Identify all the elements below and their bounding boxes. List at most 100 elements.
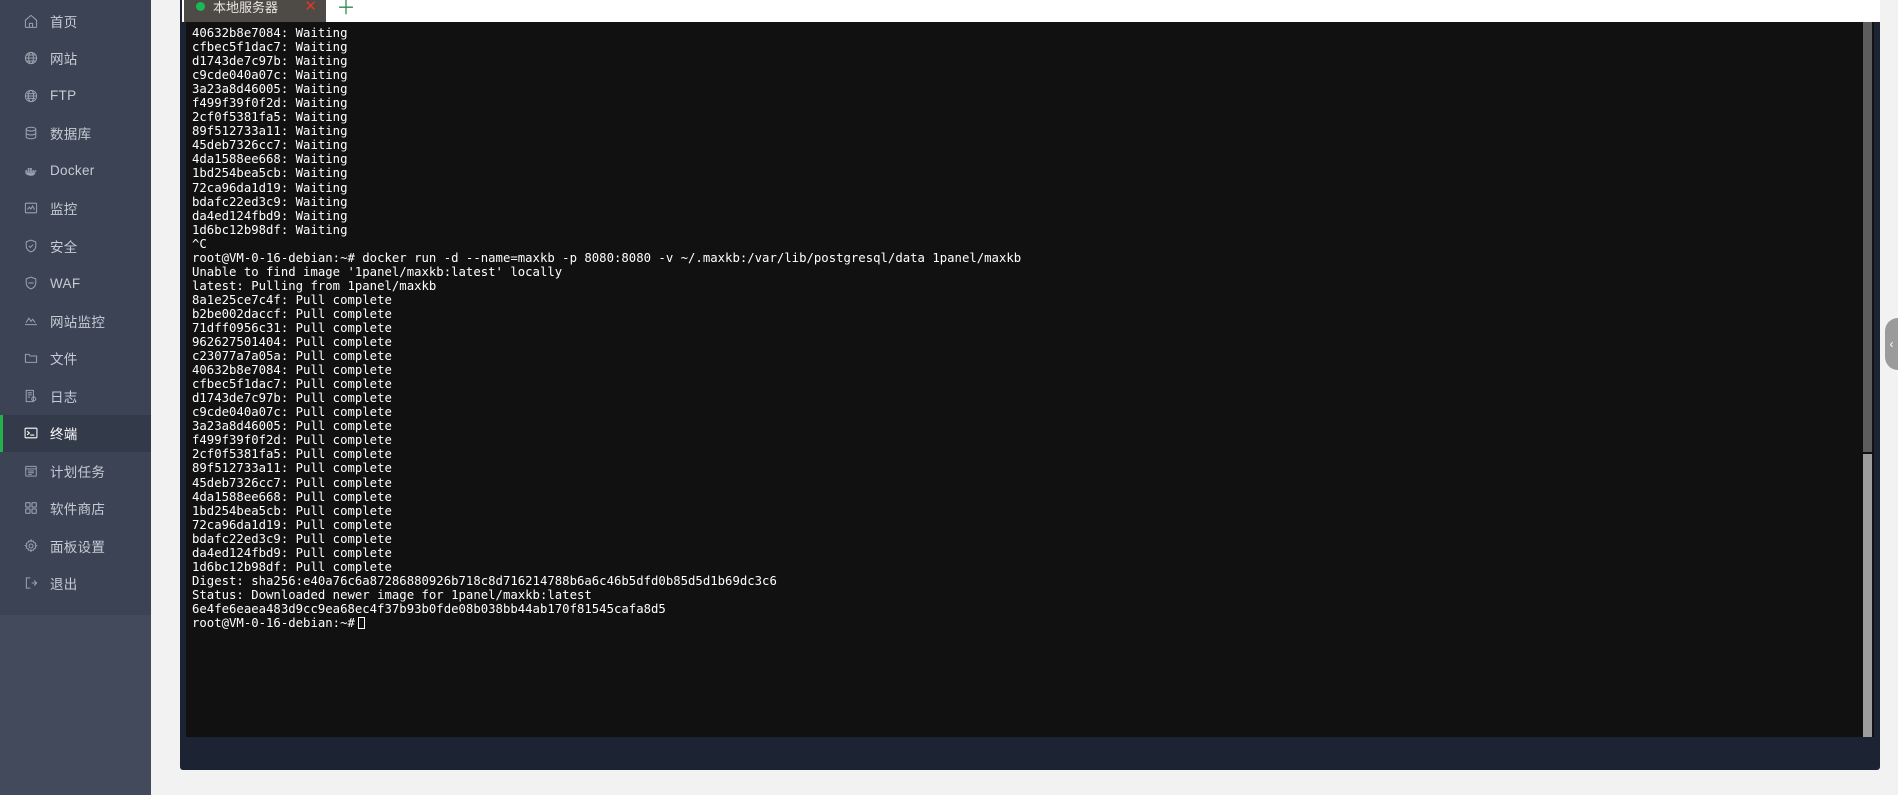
terminal-line: latest: Pulling from 1panel/maxkb bbox=[192, 278, 437, 293]
sidebar-item-logout[interactable]: 退出 bbox=[0, 565, 151, 603]
folder-icon bbox=[22, 350, 39, 367]
terminal-icon bbox=[22, 425, 39, 442]
sidebar-item-label: 网站监控 bbox=[50, 314, 106, 330]
terminal-line: ^C bbox=[192, 236, 207, 251]
terminal-scrollbar-track[interactable] bbox=[1863, 22, 1873, 737]
terminal-line: 72ca96da1d19: Pull complete bbox=[192, 517, 392, 532]
close-icon[interactable]: ✕ bbox=[304, 0, 317, 14]
terminal-tab-local-server[interactable]: 本地服务器 ✕ bbox=[184, 0, 326, 22]
terminal-line: cfbec5f1dac7: Waiting bbox=[192, 40, 348, 55]
terminal-tab-label: 本地服务器 bbox=[213, 0, 279, 15]
terminal-tab-strip: 本地服务器 ✕ ＋ bbox=[180, 0, 1880, 22]
terminal-line: c23077a7a05a: Pull complete bbox=[192, 349, 392, 364]
terminal-cursor bbox=[357, 616, 365, 629]
terminal-line: 3a23a8d46005: Waiting bbox=[192, 82, 348, 97]
sidebar-item-home[interactable]: 首页 bbox=[0, 2, 151, 40]
terminal-line: root@VM-0-16-debian:~# docker run -d --n… bbox=[192, 250, 1022, 265]
terminal-line: 89f512733a11: Pull complete bbox=[192, 461, 392, 476]
terminal-line: 45deb7326cc7: Pull complete bbox=[192, 475, 392, 490]
sidebar-item-label: 首页 bbox=[50, 14, 78, 30]
monitor-icon bbox=[22, 200, 39, 217]
sidebar-item-label: 终端 bbox=[50, 427, 78, 443]
sidebar-item-logs[interactable]: 日志 bbox=[0, 377, 151, 415]
terminal-line: Unable to find image '1panel/maxkb:lates… bbox=[192, 264, 563, 279]
terminal-line: 89f512733a11: Waiting bbox=[192, 124, 348, 139]
appstore-icon bbox=[22, 500, 39, 517]
sidebar-item-label: 软件商店 bbox=[50, 502, 106, 518]
terminal-line: 1bd254bea5cb: Waiting bbox=[192, 166, 348, 181]
sidebar-menu: 首页网站 FTP 数据库 Docker 监控安全 WAF 网站监控文件日志终端计划任务软件商… bbox=[0, 0, 151, 615]
sidebar-item-label: 文件 bbox=[50, 352, 78, 368]
terminal-line: f499f39f0f2d: Waiting bbox=[192, 96, 348, 111]
terminal-line: cfbec5f1dac7: Pull complete bbox=[192, 377, 392, 392]
sidebar-item-label: Docker bbox=[50, 163, 95, 179]
terminal-line: 45deb7326cc7: Waiting bbox=[192, 138, 348, 153]
terminal-line: d1743de7c97b: Waiting bbox=[192, 54, 348, 69]
main-content: 本地服务器 ✕ ＋ 40632b8e7084: Waiting cfbec5f1d… bbox=[151, 0, 1898, 795]
sidebar-item-appstore[interactable]: 软件商店 bbox=[0, 490, 151, 528]
sidebar-item-ftp[interactable]: FTP bbox=[0, 77, 151, 115]
sidebar-item-label: 监控 bbox=[50, 202, 78, 218]
terminal-line: c9cde040a07c: Waiting bbox=[192, 68, 348, 83]
globe-icon bbox=[22, 50, 39, 67]
terminal-line: 2cf0f5381fa5: Pull complete bbox=[192, 447, 392, 462]
terminal-line: 40632b8e7084: Pull complete bbox=[192, 363, 392, 378]
sidebar-footer-area bbox=[0, 615, 151, 795]
terminal-line: da4ed124fbd9: Pull complete bbox=[192, 545, 392, 560]
terminal-scrollbar-thumb-upper[interactable] bbox=[1863, 22, 1872, 452]
sidebar-item-label: 安全 bbox=[50, 239, 78, 255]
terminal-scrollbar-thumb[interactable] bbox=[1863, 454, 1872, 737]
sidebar-item-label: 面板设置 bbox=[50, 539, 106, 555]
terminal-line: 2cf0f5381fa5: Waiting bbox=[192, 110, 348, 125]
sidebar-item-terminal[interactable]: 终端 bbox=[0, 414, 151, 452]
sidebar-item-monitor[interactable]: 监控 bbox=[0, 190, 151, 228]
terminal-line: 4da1588ee668: Waiting bbox=[192, 152, 348, 167]
terminal-line: d1743de7c97b: Pull complete bbox=[192, 391, 392, 406]
sidebar-item-label: 数据库 bbox=[50, 127, 92, 143]
sidebar-item-site-monitor[interactable]: 网站监控 bbox=[0, 302, 151, 340]
terminal-line: 8a1e25ce7c4f: Pull complete bbox=[192, 292, 392, 307]
terminal-line: Digest: sha256:e40a76c6a87286880926b718c… bbox=[192, 573, 777, 588]
home-icon bbox=[22, 12, 39, 29]
sidebar-item-waf[interactable]: WAF bbox=[0, 265, 151, 303]
log-icon bbox=[22, 387, 39, 404]
sidebar-item-label: 网站 bbox=[50, 52, 78, 68]
terminal-line: 71dff0956c31: Pull complete bbox=[192, 320, 392, 335]
sidebar-item-docker[interactable]: Docker bbox=[0, 152, 151, 190]
terminal-line: f499f39f0f2d: Pull complete bbox=[192, 433, 392, 448]
terminal-card: 本地服务器 ✕ ＋ 40632b8e7084: Waiting cfbec5f1d… bbox=[180, 0, 1880, 770]
sidebar-item-files[interactable]: 文件 bbox=[0, 340, 151, 378]
ftp-icon bbox=[22, 87, 39, 104]
chart-line-icon bbox=[22, 312, 39, 329]
tab-strip-right-pad bbox=[366, 0, 1880, 22]
terminal-line: 3a23a8d46005: Pull complete bbox=[192, 419, 392, 434]
sidebar-item-cron[interactable]: 计划任务 bbox=[0, 452, 151, 490]
sidebar-item-label: WAF bbox=[50, 275, 81, 291]
sidebar-item-database[interactable]: 数据库 bbox=[0, 115, 151, 153]
terminal-line: 4da1588ee668: Pull complete bbox=[192, 489, 392, 504]
terminal-lines: 40632b8e7084: Waiting cfbec5f1dac7: Waiti… bbox=[192, 26, 1874, 630]
app-root: 首页网站 FTP 数据库 Docker 监控安全 WAF 网站监控文件日志终端计划任务软件商… bbox=[0, 0, 1898, 795]
terminal-line: bdafc22ed3c9: Pull complete bbox=[192, 531, 392, 546]
terminal-line: b2be002daccf: Pull complete bbox=[192, 306, 392, 321]
terminal-line: 962627501404: Pull complete bbox=[192, 335, 392, 350]
terminal-line: bdafc22ed3c9: Waiting bbox=[192, 194, 348, 209]
sidebar-item-label: 计划任务 bbox=[50, 464, 106, 480]
terminal-line: da4ed124fbd9: Waiting bbox=[192, 208, 348, 223]
database-icon bbox=[22, 125, 39, 142]
terminal-prompt-text: root@VM-0-16-debian:~# bbox=[192, 615, 355, 630]
logout-icon bbox=[22, 575, 39, 592]
sidebar-item-label: 退出 bbox=[50, 577, 78, 593]
collapse-panel-handle-icon[interactable]: ‹ bbox=[1885, 318, 1898, 370]
sidebar-item-security[interactable]: 安全 bbox=[0, 227, 151, 265]
sidebar-item-website[interactable]: 网站 bbox=[0, 40, 151, 78]
tab-status-dot-icon bbox=[196, 1, 205, 11]
gear-icon bbox=[22, 537, 39, 554]
add-tab-button[interactable]: ＋ bbox=[326, 0, 366, 22]
terminal-output-pane[interactable]: 40632b8e7084: Waiting cfbec5f1dac7: Waiti… bbox=[186, 22, 1874, 737]
terminal-line: c9cde040a07c: Pull complete bbox=[192, 405, 392, 420]
sidebar-item-settings[interactable]: 面板设置 bbox=[0, 527, 151, 565]
sidebar: 首页网站 FTP 数据库 Docker 监控安全 WAF 网站监控文件日志终端计划任务软件商… bbox=[0, 0, 151, 795]
terminal-prompt-line: root@VM-0-16-debian:~# bbox=[192, 616, 1874, 630]
shield-icon bbox=[22, 237, 39, 254]
